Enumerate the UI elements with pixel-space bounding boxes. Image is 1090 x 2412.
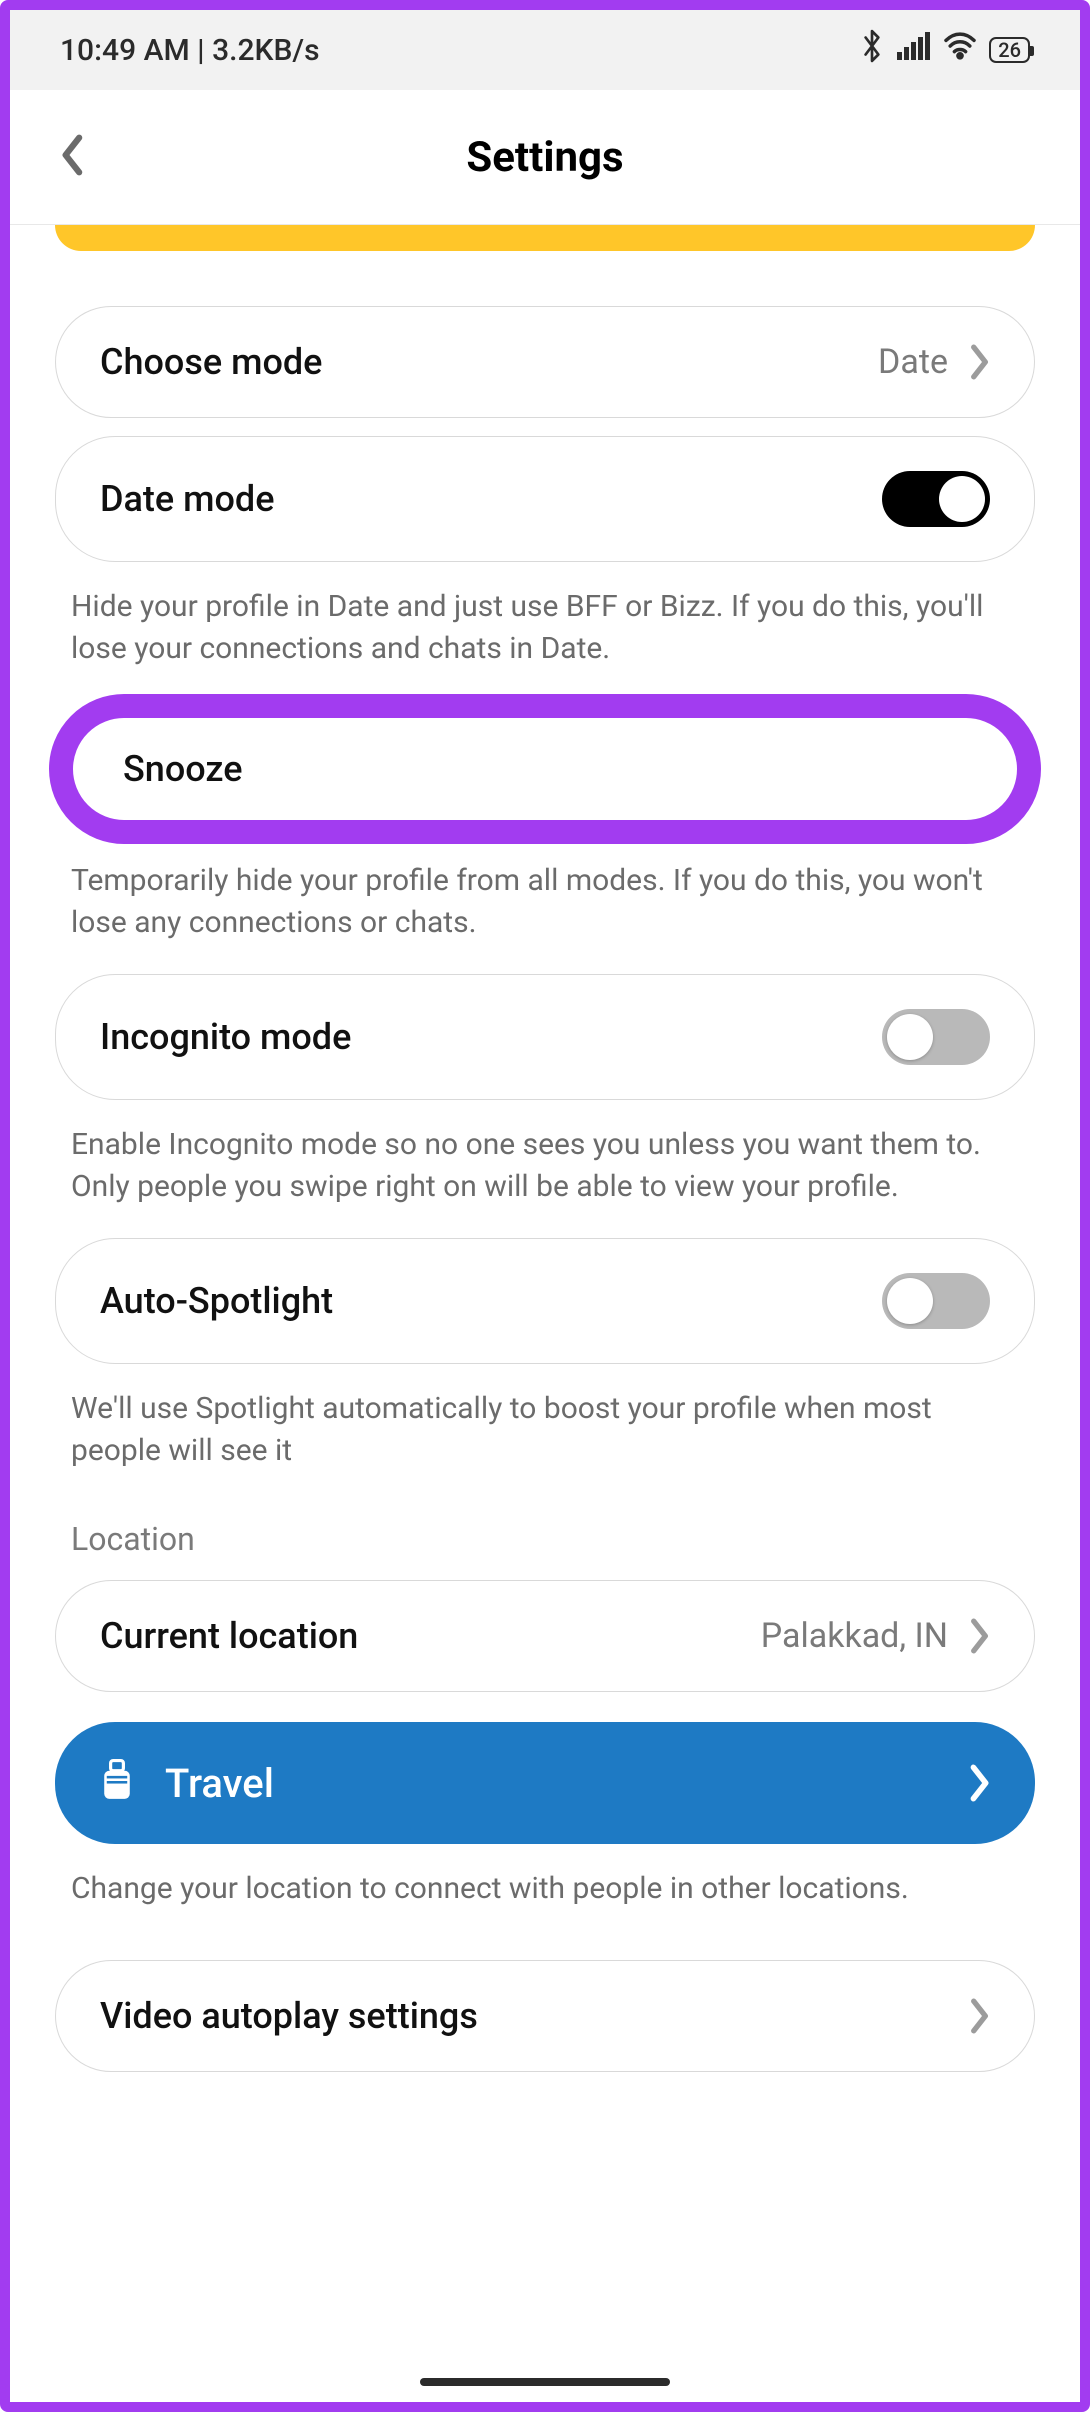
luggage-icon	[99, 1758, 135, 1808]
bluetooth-icon	[859, 29, 885, 71]
chevron-right-icon	[968, 1998, 990, 2034]
auto-spotlight-row: Auto-Spotlight	[55, 1238, 1035, 1364]
snooze-highlight: Snooze	[49, 694, 1041, 844]
home-indicator[interactable]	[420, 2378, 670, 2386]
date-mode-toggle[interactable]	[882, 471, 990, 527]
chevron-right-icon	[968, 1618, 990, 1654]
date-mode-label: Date mode	[100, 478, 274, 520]
travel-label: Travel	[165, 1760, 274, 1807]
chevron-right-icon	[967, 1764, 991, 1802]
battery-icon: 26	[989, 37, 1030, 63]
incognito-label: Incognito mode	[100, 1016, 351, 1058]
choose-mode-label: Choose mode	[100, 341, 322, 383]
current-location-value: Palakkad, IN	[761, 1616, 948, 1656]
auto-spotlight-toggle[interactable]	[882, 1273, 990, 1329]
chevron-right-icon	[968, 344, 990, 380]
incognito-helper: Enable Incognito mode so no one sees you…	[55, 1118, 1035, 1238]
choose-mode-value: Date	[878, 342, 948, 382]
signal-icon	[897, 32, 931, 68]
date-mode-row: Date mode	[55, 436, 1035, 562]
date-mode-helper: Hide your profile in Date and just use B…	[55, 580, 1035, 700]
video-autoplay-row[interactable]: Video autoplay settings	[55, 1960, 1035, 2072]
status-bar: 10:49 AM | 3.2KB/s 26	[10, 10, 1080, 90]
snooze-helper: Temporarily hide your profile from all m…	[55, 854, 1035, 974]
choose-mode-row[interactable]: Choose mode Date	[55, 306, 1035, 418]
auto-spotlight-label: Auto-Spotlight	[100, 1280, 333, 1322]
current-location-label: Current location	[100, 1615, 358, 1657]
wifi-icon	[943, 32, 977, 68]
incognito-toggle[interactable]	[882, 1009, 990, 1065]
incognito-row: Incognito mode	[55, 974, 1035, 1100]
snooze-label: Snooze	[123, 748, 243, 790]
location-section-label: Location	[55, 1502, 1035, 1580]
current-location-row[interactable]: Current location Palakkad, IN	[55, 1580, 1035, 1692]
promo-banner-bottom[interactable]	[55, 225, 1035, 251]
video-autoplay-label: Video autoplay settings	[100, 1995, 478, 2037]
travel-helper: Change your location to connect with peo…	[55, 1862, 1035, 1940]
travel-row[interactable]: Travel	[55, 1722, 1035, 1844]
status-time: 10:49 AM | 3.2KB/s	[60, 33, 320, 68]
auto-spotlight-helper: We'll use Spotlight automatically to boo…	[55, 1382, 1035, 1502]
back-button[interactable]	[60, 134, 86, 180]
snooze-row[interactable]: Snooze	[79, 724, 1011, 814]
page-title: Settings	[466, 133, 623, 182]
app-header: Settings	[10, 90, 1080, 225]
